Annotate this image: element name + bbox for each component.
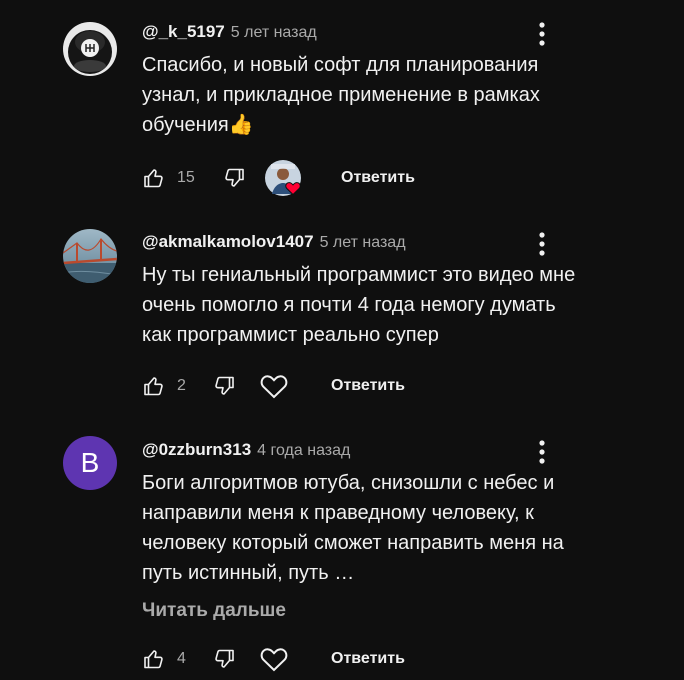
like-button[interactable]: [142, 370, 166, 402]
comment-time[interactable]: 5 лет назад: [320, 234, 406, 252]
heart-outline-icon: [260, 375, 288, 399]
comment-text: Ну ты гениальный программист это видео м…: [142, 264, 576, 346]
thumbs-down-icon: [225, 168, 244, 187]
like-button[interactable]: [142, 162, 166, 194]
comment-time[interactable]: 5 лет назад: [231, 24, 317, 42]
user-avatar[interactable]: [63, 229, 117, 283]
author-name[interactable]: @_k_5197: [142, 22, 225, 42]
dislike-button[interactable]: [212, 370, 236, 402]
thumbs-up-icon: [144, 650, 163, 669]
more-actions-icon[interactable]: [532, 230, 552, 258]
creator-heart-badge[interactable]: [265, 160, 301, 196]
thumbs-up-icon: [144, 169, 163, 188]
heart-icon: [285, 182, 301, 196]
dislike-button[interactable]: [212, 643, 236, 675]
thumbs-up-icon: [144, 377, 163, 396]
like-count: 2: [177, 377, 186, 394]
author-name[interactable]: @akmalkamolov1407: [142, 232, 314, 252]
gear-shift-knob-avatar: [63, 22, 117, 76]
reply-button[interactable]: Ответить: [341, 162, 415, 194]
user-avatar[interactable]: B: [63, 436, 117, 490]
comment-actions: 2 Ответить: [142, 370, 562, 402]
reply-button[interactable]: Ответить: [331, 370, 405, 402]
read-more-button[interactable]: Читать дальше: [142, 600, 286, 622]
thumbs-down-icon: [215, 649, 234, 668]
reply-button[interactable]: Ответить: [331, 643, 405, 675]
thumbs-down-icon: [215, 376, 234, 395]
bridge-photo-avatar: [63, 229, 117, 283]
comment-text: Боги алгоритмов ютуба, снизошли с небес …: [142, 472, 564, 584]
comment-actions: 4 Ответить: [142, 643, 562, 675]
comment-header: @0zzburn313 4 года назад: [142, 440, 350, 462]
comment-actions: 15 Ответить: [142, 160, 562, 196]
comments-section: @_k_5197 5 лет назад Спасибо, и новый со…: [0, 0, 684, 680]
dislike-button[interactable]: [222, 162, 246, 194]
comment-text: Спасибо, и новый софт для планирования у…: [142, 54, 540, 136]
comment-header: @akmalkamolov1407 5 лет назад: [142, 232, 406, 254]
like-count: 15: [177, 169, 195, 186]
comment-header: @_k_5197 5 лет назад: [142, 22, 317, 44]
like-button[interactable]: [142, 643, 166, 675]
heart-outline-icon: [260, 648, 288, 672]
heart-button[interactable]: [259, 643, 289, 675]
user-avatar[interactable]: [63, 22, 117, 76]
comment-time[interactable]: 4 года назад: [257, 442, 350, 460]
more-actions-icon[interactable]: [532, 20, 552, 48]
more-actions-icon[interactable]: [532, 438, 552, 466]
heart-button[interactable]: [259, 370, 289, 402]
author-name[interactable]: @0zzburn313: [142, 440, 251, 460]
like-count: 4: [177, 650, 186, 667]
